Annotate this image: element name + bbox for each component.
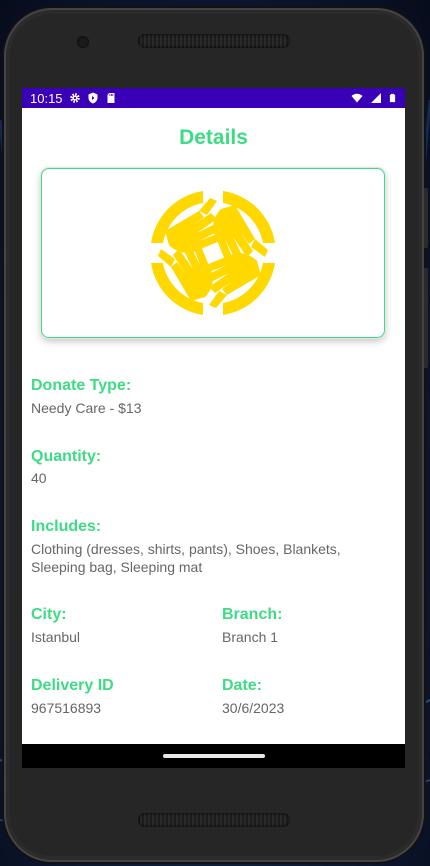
settings-icon <box>69 93 80 103</box>
quantity-label: Quantity: <box>31 448 102 465</box>
sd-card-icon <box>107 93 115 103</box>
city-label: City: <box>31 606 67 623</box>
includes-value-line2: Sleeping bag, Sleeping mat <box>31 559 203 575</box>
status-time: 10:15 <box>30 90 63 106</box>
earpiece-speaker <box>138 34 290 48</box>
front-camera <box>77 36 89 48</box>
delivery-id-label: Delivery ID <box>31 677 114 694</box>
navigation-bar <box>22 744 405 768</box>
donate-type-label: Donate Type: <box>31 377 132 394</box>
branch-value: Branch 1 <box>222 629 279 645</box>
volume-button <box>424 268 428 368</box>
bottom-speaker <box>138 813 290 827</box>
wifi-icon <box>351 93 363 103</box>
date-label: Date: <box>222 677 263 694</box>
date-value: 30/6/2023 <box>222 700 285 716</box>
includes-value-line1: Clothing (dresses, shirts, pants), Shoes… <box>31 541 341 557</box>
page-title: Details <box>179 126 248 149</box>
delivery-id-value: 967516893 <box>31 700 102 716</box>
status-bar: 10:15 <box>22 88 405 108</box>
helping-hands-logo-icon <box>151 191 275 315</box>
donate-type-value: Needy Care - $13 <box>31 400 142 416</box>
signal-icon <box>371 93 381 103</box>
home-gesture-handle[interactable] <box>162 754 265 758</box>
app-screen: 10:15 Details Donate Type: Needy Care - … <box>22 88 405 768</box>
includes-label: Includes: <box>31 518 102 535</box>
logo-card <box>41 168 385 338</box>
power-button <box>424 188 428 248</box>
branch-label: Branch: <box>222 606 283 623</box>
battery-icon <box>389 93 396 103</box>
play-protect-icon <box>88 92 98 104</box>
city-value: Istanbul <box>31 629 81 645</box>
quantity-value: 40 <box>31 470 47 486</box>
